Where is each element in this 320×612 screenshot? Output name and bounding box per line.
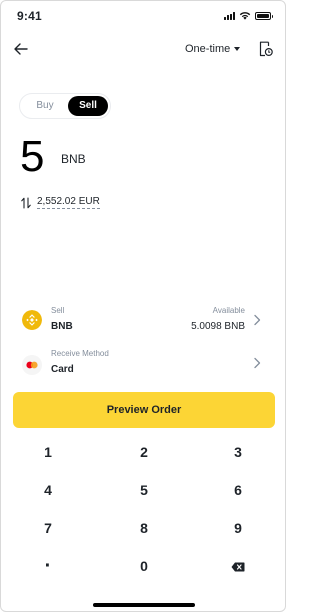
key-decimal[interactable]: ·: [18, 549, 78, 583]
key-7[interactable]: 7: [18, 511, 78, 545]
wifi-icon: [239, 12, 251, 20]
available-value: 5.0098 BNB: [191, 321, 245, 332]
preview-order-button[interactable]: Preview Order: [13, 392, 275, 428]
tab-buy[interactable]: Buy: [24, 96, 66, 116]
chevron-right-icon: [254, 357, 261, 369]
key-backspace[interactable]: [208, 549, 268, 583]
amount-value[interactable]: 5: [20, 132, 44, 182]
bnb-coin-icon: [22, 310, 42, 330]
tab-sell[interactable]: Sell: [68, 96, 108, 116]
sell-asset-row[interactable]: Sell BNB Available 5.0098 BNB: [1, 302, 285, 342]
frequency-dropdown[interactable]: One-time: [185, 43, 241, 55]
signal-icon: [224, 12, 235, 20]
key-8[interactable]: 8: [114, 511, 174, 545]
status-bar: 9:41: [1, 1, 285, 27]
caret-down-icon: [234, 47, 241, 51]
key-4[interactable]: 4: [18, 473, 78, 507]
key-0[interactable]: 0: [114, 549, 174, 583]
receive-method-value: Card: [51, 364, 74, 375]
top-nav: One-time: [1, 37, 285, 63]
available-label: Available: [212, 306, 245, 315]
key-3[interactable]: 3: [208, 435, 268, 469]
sell-asset: BNB: [51, 321, 73, 332]
frequency-label: One-time: [185, 43, 231, 55]
amount-unit: BNB: [61, 152, 86, 166]
order-history-icon[interactable]: [259, 41, 273, 57]
key-6[interactable]: 6: [208, 473, 268, 507]
key-9[interactable]: 9: [208, 511, 268, 545]
status-time: 9:41: [17, 9, 42, 23]
converted-amount[interactable]: 2,552.02 EUR: [21, 196, 100, 209]
home-indicator[interactable]: [93, 603, 195, 607]
converted-value: 2,552.02 EUR: [37, 196, 100, 209]
app-frame: 9:41 One-time Buy Sell 5 BNB 2,552.02 EU…: [0, 0, 286, 612]
swap-vertical-icon: [21, 196, 31, 209]
sell-label: Sell: [51, 306, 65, 315]
receive-method-label: Receive Method: [51, 349, 109, 358]
chevron-right-icon: [254, 314, 261, 326]
key-1[interactable]: 1: [18, 435, 78, 469]
receive-method-row[interactable]: Receive Method Card: [1, 345, 285, 385]
buy-sell-toggle: Buy Sell: [19, 93, 111, 119]
arrow-left-icon[interactable]: [13, 41, 29, 57]
status-icons: [224, 11, 273, 20]
key-5[interactable]: 5: [114, 473, 174, 507]
mastercard-icon: [22, 355, 42, 375]
backspace-icon: [231, 562, 245, 572]
battery-icon: [255, 12, 273, 20]
key-2[interactable]: 2: [114, 435, 174, 469]
